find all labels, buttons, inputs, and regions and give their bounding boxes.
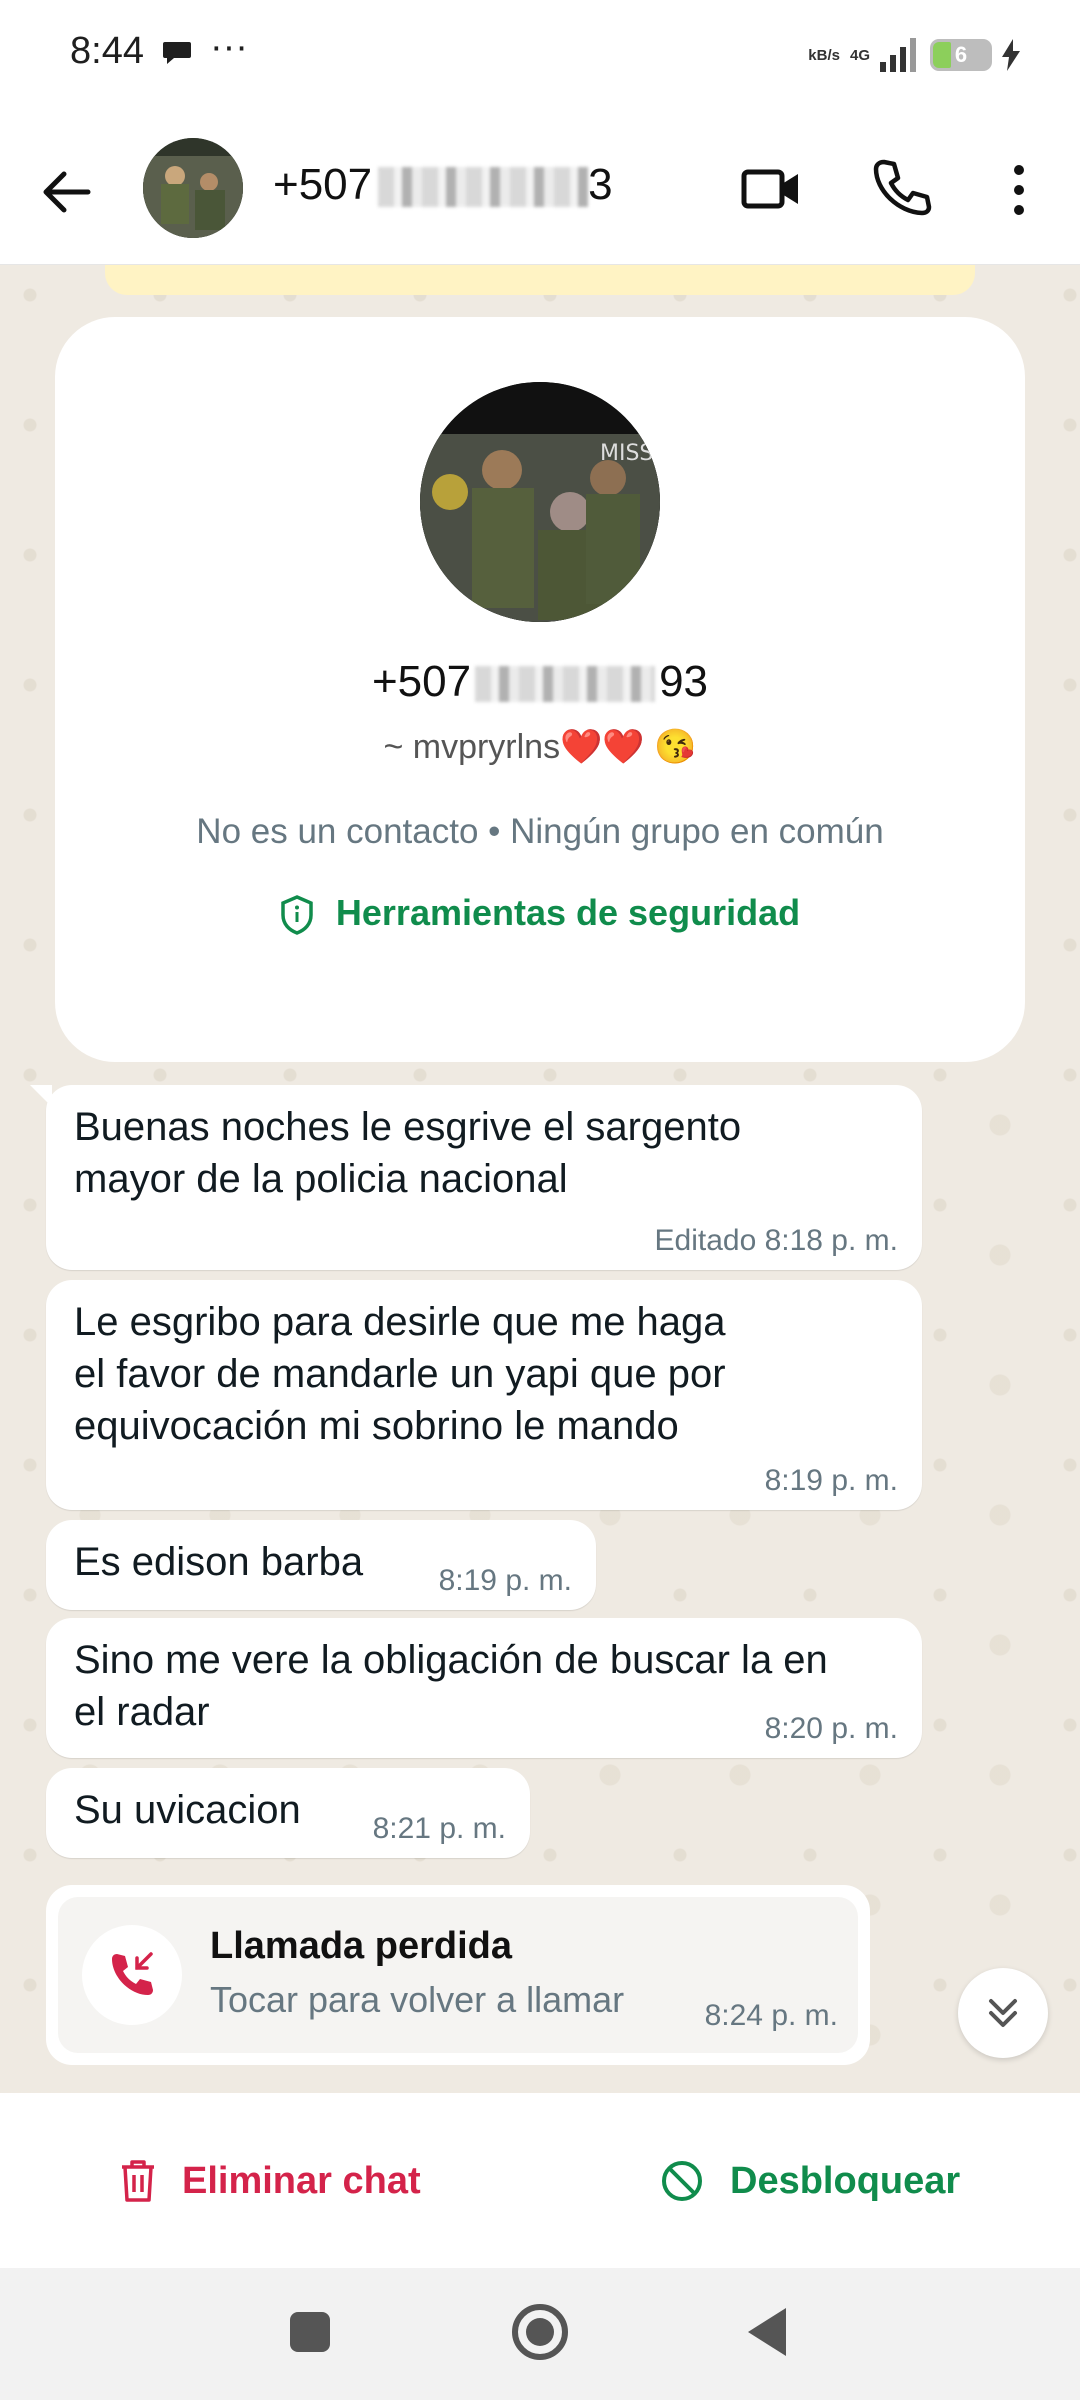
missed-call-icon	[112, 1952, 153, 1995]
message-time: 8:21 p. m.	[372, 1812, 506, 1845]
blocked-chat-actions: Eliminar chat Desbloquear	[0, 2093, 1080, 2268]
message-bubble[interactable]: Le esgribo para desirle que me haga el f…	[46, 1280, 922, 1510]
double-chevron-down-icon	[989, 1999, 1017, 2027]
net-speed: kB/s	[808, 46, 840, 64]
profile-photo[interactable]: MISS	[420, 382, 660, 622]
profile-phone-number: +507 93	[371, 657, 709, 706]
charging-icon	[1002, 39, 1020, 71]
home-button[interactable]	[512, 2304, 568, 2360]
message-time: 8:19 p. m.	[764, 1464, 898, 1497]
delete-chat-label: Eliminar chat	[182, 2159, 421, 2202]
video-call-icon[interactable]	[740, 158, 802, 220]
missed-call-subtitle: Tocar para volver a llamar	[210, 1979, 625, 2020]
avatar-photo-icon	[143, 138, 243, 238]
message-time: 8:19 p. m.	[438, 1564, 572, 1597]
status-more-dots: ···	[210, 26, 248, 68]
redacted-number	[475, 666, 656, 703]
system-navigation-bar	[0, 2268, 1080, 2400]
chat-notification-icon	[163, 42, 191, 64]
message-text: Buenas noches le esgrive el sargento may…	[74, 1105, 742, 1201]
encryption-notice[interactable]	[105, 265, 975, 295]
contact-avatar[interactable]	[143, 138, 243, 238]
unblock-button[interactable]: Desbloquear	[660, 2151, 960, 2211]
missed-call-inner: Llamada perdida Tocar para volver a llam…	[58, 1897, 858, 2053]
scroll-to-bottom-button[interactable]	[958, 1968, 1048, 2058]
message-bubble[interactable]: Su uvicacion 8:21 p. m.	[46, 1768, 530, 1858]
battery-indicator: 6	[930, 39, 992, 71]
message-text: Le esgribo para desirle que me haga el f…	[74, 1300, 726, 1448]
redacted-number	[378, 167, 589, 208]
more-options-icon[interactable]	[1002, 160, 1036, 220]
trash-icon	[122, 2160, 154, 2202]
unblock-label: Desbloquear	[730, 2159, 961, 2202]
missed-call-icon-wrap	[82, 1925, 182, 2025]
message-bubble[interactable]: Sino me vere la obligación de buscar la …	[46, 1618, 922, 1758]
voice-call-icon[interactable]	[870, 156, 932, 218]
message-bubble[interactable]: Es edison barba 8:19 p. m.	[46, 1520, 596, 1610]
signal-icon	[880, 38, 916, 72]
missed-call-card[interactable]: Llamada perdida Tocar para volver a llam…	[46, 1885, 870, 2065]
status-indicators: kB/s 4G 6	[808, 30, 1020, 80]
missed-call-title: Llamada perdida	[210, 1925, 512, 1967]
message-time: 8:20 p. m.	[764, 1712, 898, 1745]
recent-apps-button[interactable]	[290, 2312, 330, 2352]
chat-area[interactable]: MISS +507 93 ~ mvpryrlns❤️❤️ 😘 No es un c…	[0, 265, 1080, 2093]
shield-icon	[281, 895, 313, 936]
message-bubble[interactable]: Buenas noches le esgrive el sargento may…	[30, 1085, 922, 1270]
back-arrow-icon[interactable]	[36, 162, 96, 222]
chat-header: +507 3	[0, 110, 1080, 265]
status-bar: 8:44 ··· kB/s 4G 6	[0, 0, 1080, 110]
network-type: 4G	[849, 46, 870, 64]
system-back-button[interactable]	[748, 2308, 786, 2356]
delete-chat-button[interactable]: Eliminar chat	[120, 2151, 421, 2211]
message-time: Editado 8:18 p. m.	[654, 1224, 899, 1257]
contact-status-info: No es un contacto • Ningún grupo en comú…	[196, 812, 884, 851]
svg-text:MISS: MISS	[600, 441, 653, 466]
missed-call-time: 8:24 p. m.	[704, 1999, 838, 2032]
profile-photo-icon: MISS	[420, 382, 660, 622]
block-icon	[662, 2161, 702, 2201]
contact-name[interactable]: +507 3	[273, 160, 613, 210]
status-time: 8:44	[70, 30, 144, 72]
profile-alias: ~ mvpryrlns❤️❤️ 😘	[383, 728, 697, 766]
contact-info-card: MISS +507 93 ~ mvpryrlns❤️❤️ 😘 No es un c…	[55, 317, 1025, 1062]
safety-tools-link[interactable]: Herramientas de seguridad	[55, 892, 1025, 936]
